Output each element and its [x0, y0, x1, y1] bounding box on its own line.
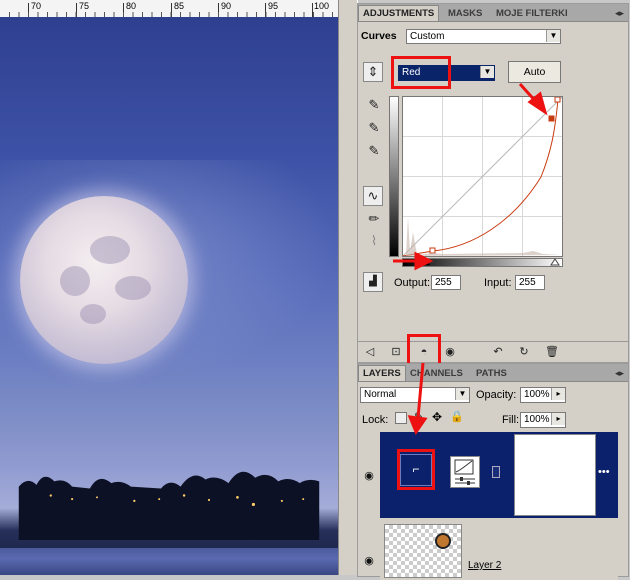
arrow-to-layer [416, 362, 425, 419]
arrowhead [414, 251, 434, 271]
arrowhead [407, 415, 428, 436]
annotation-arrows [393, 82, 548, 436]
